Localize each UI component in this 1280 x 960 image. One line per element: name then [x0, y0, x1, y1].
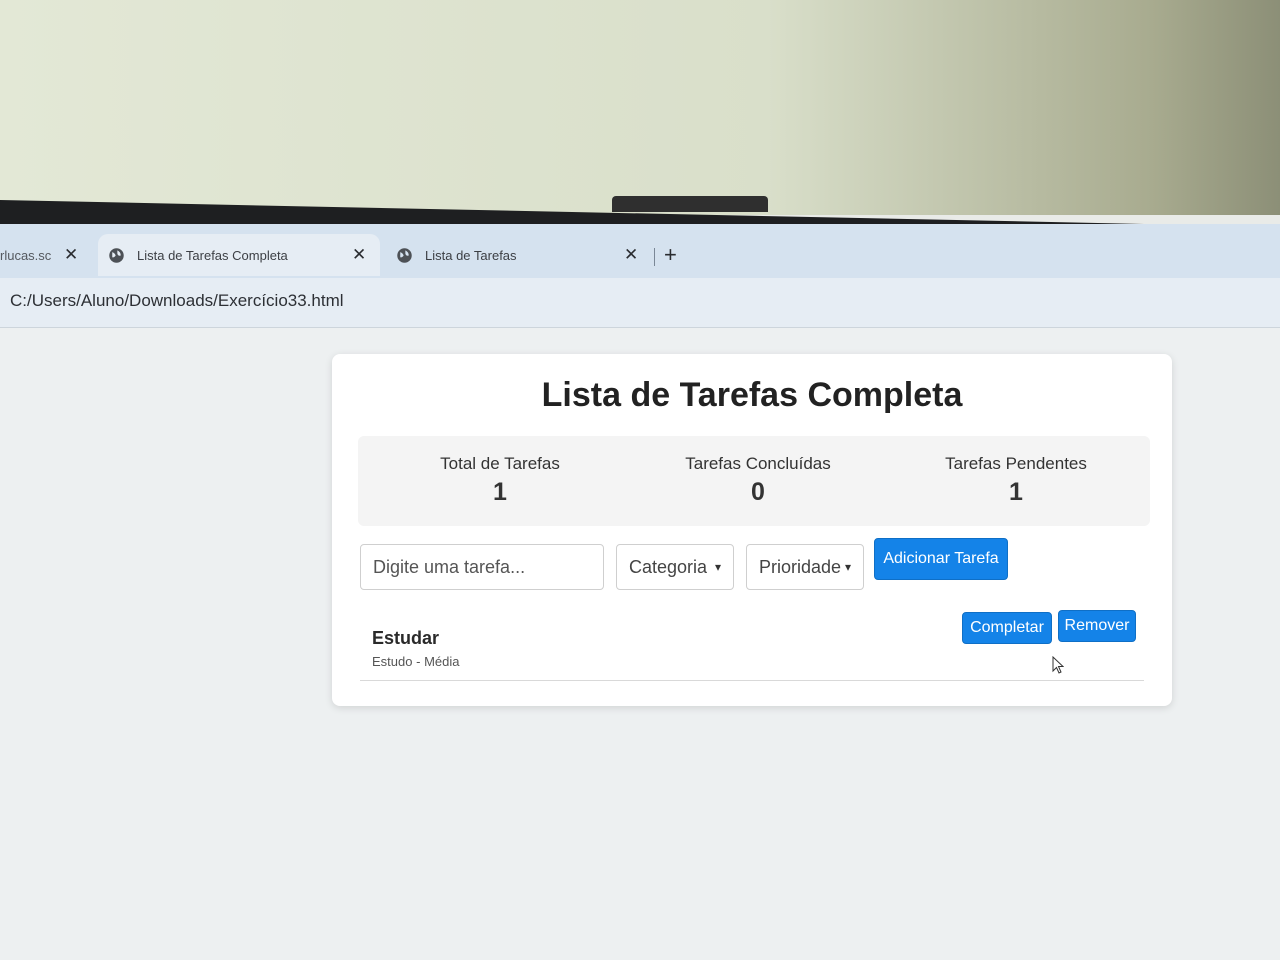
category-value: Categoria	[629, 556, 708, 577]
tab-title: rlucas.sc	[0, 247, 52, 263]
add-task-button[interactable]: Adicionar Tarefa	[874, 538, 1008, 580]
close-icon[interactable]: ✕	[64, 245, 78, 265]
webcam	[612, 196, 768, 212]
address-bar: C:/Users/Aluno/Downloads/Exercício33.htm…	[0, 278, 1280, 328]
tab-strip: rlucas.sc ✕ Lista de Tarefas Completa ✕ …	[0, 224, 1280, 278]
stat-value: 1	[493, 478, 507, 506]
tab-rlucas[interactable]: rlucas.sc ✕	[0, 234, 90, 276]
tab-lista-completa[interactable]: Lista de Tarefas Completa ✕	[98, 234, 380, 276]
screen: rlucas.sc ✕ Lista de Tarefas Completa ✕ …	[0, 224, 1280, 960]
stat-label: Tarefas Concluídas	[685, 454, 831, 473]
task-meta: Estudo - Média	[372, 654, 460, 669]
stat-label: Total de Tarefas	[440, 454, 560, 473]
tab-separator	[654, 248, 655, 266]
tab-title: Lista de Tarefas Completa	[137, 247, 288, 263]
stat-value: 0	[751, 478, 765, 506]
background-wall	[0, 0, 1280, 215]
task-divider	[360, 680, 1144, 681]
chevron-down-icon: ▾	[844, 560, 851, 574]
task-separator: -	[416, 654, 421, 669]
stat-total: Total de Tarefas 1	[390, 454, 610, 507]
chevron-down-icon: ▾	[714, 560, 721, 574]
app-card: Lista de Tarefas Completa Total de Taref…	[332, 354, 1172, 706]
priority-select[interactable]: Prioridade ▾	[746, 544, 864, 590]
stat-pending: Tarefas Pendentes 1	[906, 454, 1126, 507]
stat-done: Tarefas Concluídas 0	[648, 454, 868, 507]
category-select[interactable]: Categoria ▾	[616, 544, 734, 590]
stat-label: Tarefas Pendentes	[945, 454, 1087, 473]
task-input-placeholder: Digite uma tarefa...	[373, 556, 526, 577]
stats-panel: Total de Tarefas 1 Tarefas Concluídas 0 …	[358, 436, 1150, 526]
plus-icon[interactable]: +	[664, 244, 677, 266]
stat-value: 1	[1009, 478, 1023, 506]
remove-button[interactable]: Remover	[1058, 610, 1136, 642]
task-input[interactable]: Digite uma tarefa...	[360, 544, 604, 590]
priority-value: Prioridade	[759, 556, 842, 577]
tab-title: Lista de Tarefas	[425, 247, 517, 263]
close-icon[interactable]: ✕	[352, 245, 366, 265]
globe-icon	[397, 247, 412, 263]
page-content: Lista de Tarefas Completa Total de Taref…	[0, 328, 1280, 960]
mouse-cursor-icon	[1052, 656, 1064, 674]
close-icon[interactable]: ✕	[624, 245, 638, 265]
page-title: Lista de Tarefas Completa	[541, 376, 963, 414]
tab-lista[interactable]: Lista de Tarefas ✕	[396, 234, 646, 276]
task-name: Estudar	[372, 628, 440, 648]
globe-icon	[109, 247, 124, 263]
task-category: Estudo	[372, 654, 413, 669]
address-text[interactable]: C:/Users/Aluno/Downloads/Exercício33.htm…	[10, 291, 344, 311]
complete-button[interactable]: Completar	[962, 612, 1052, 644]
task-priority: Média	[424, 654, 460, 669]
